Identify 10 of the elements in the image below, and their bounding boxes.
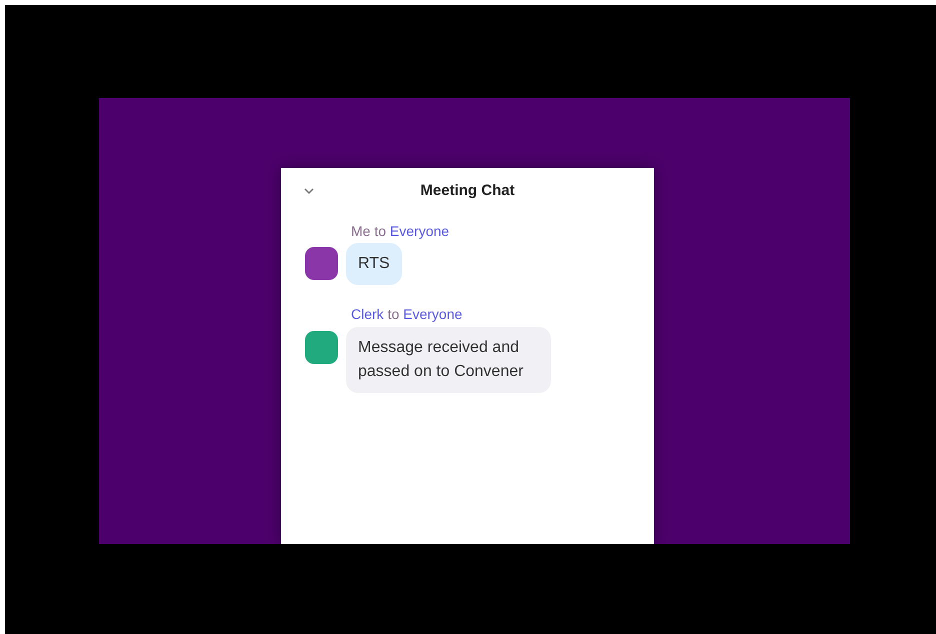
chevron-down-icon[interactable] <box>303 187 315 195</box>
message-bubble: Message received and passed on to Convener <box>346 326 551 393</box>
to-label: to <box>374 223 386 239</box>
recipient-name: Everyone <box>390 223 450 239</box>
sender-name: Clerk <box>351 306 384 322</box>
chat-title: Meeting Chat <box>420 180 515 201</box>
sender-name: Me <box>351 223 370 239</box>
message-bubble: RTS <box>346 243 402 286</box>
to-label: to <box>388 306 400 322</box>
recipient-name: Everyone <box>403 306 462 322</box>
